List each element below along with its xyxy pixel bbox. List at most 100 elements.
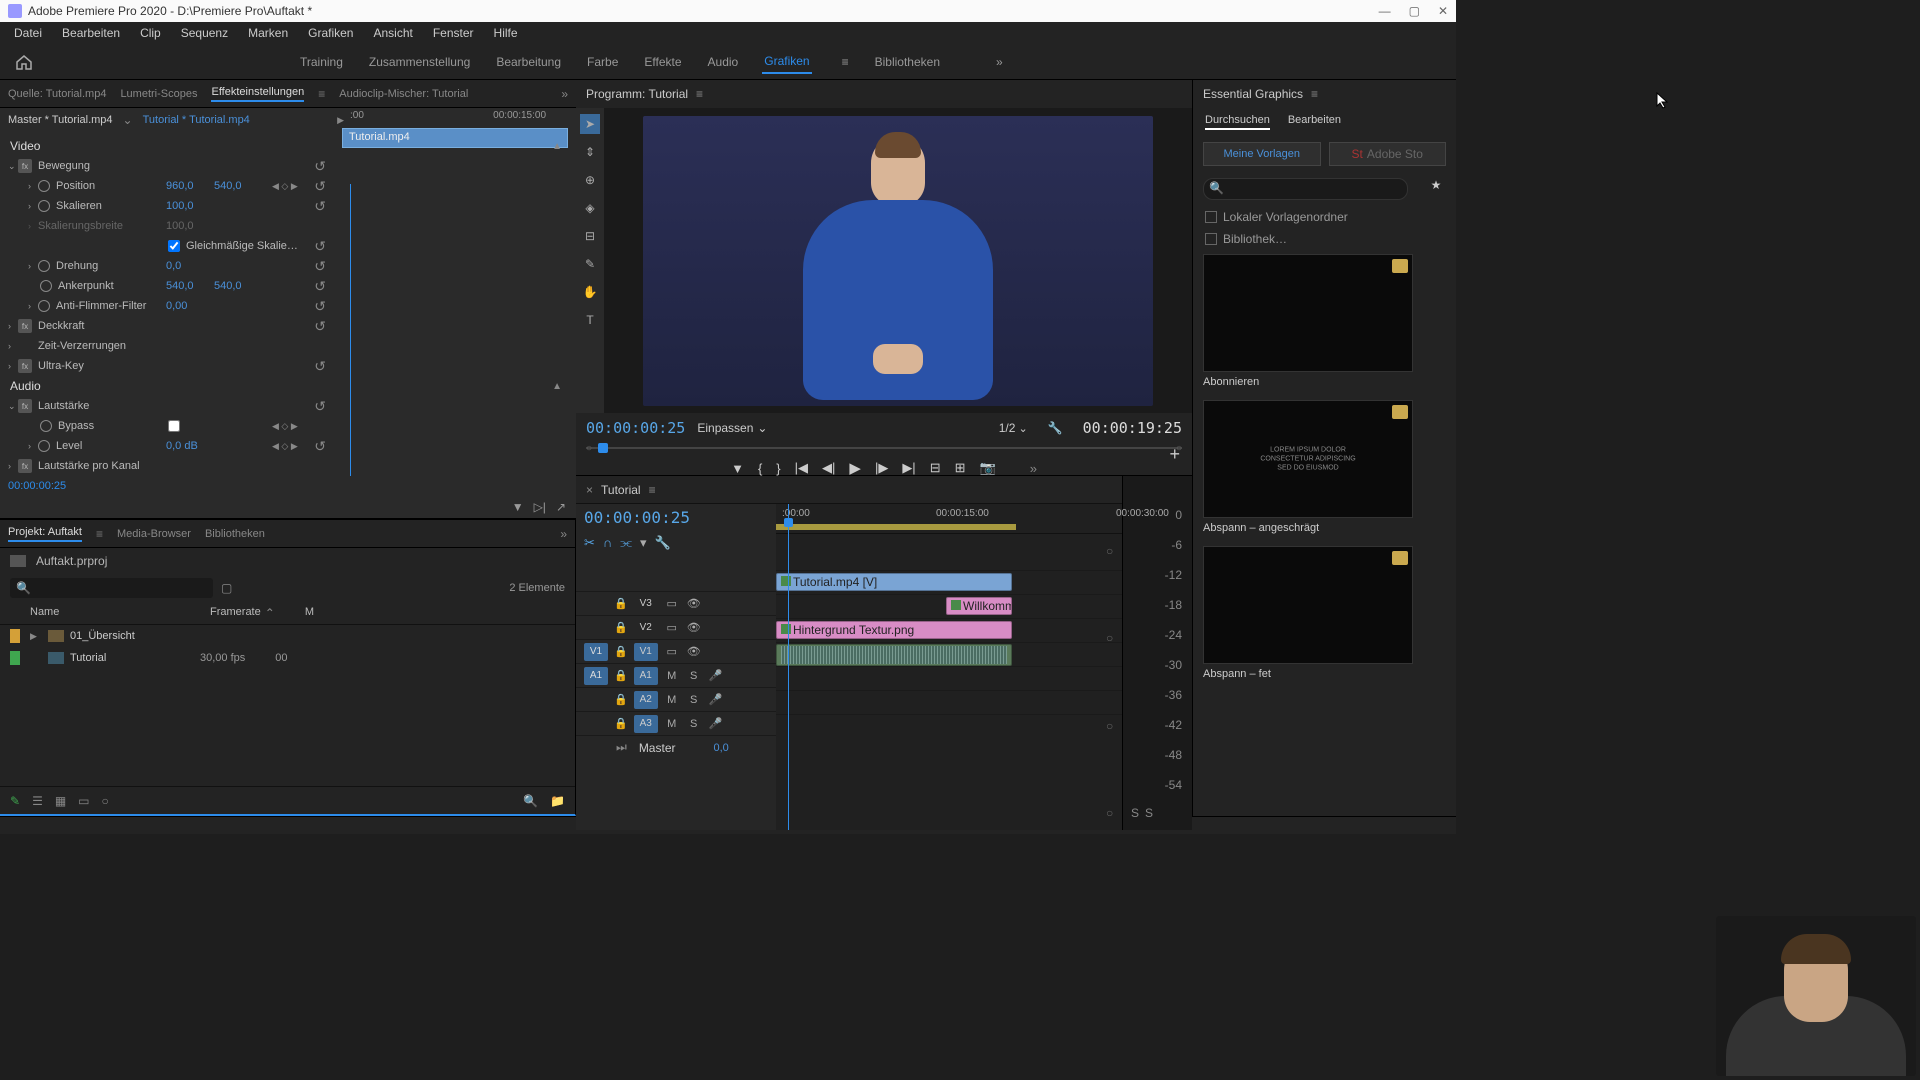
step-forward-icon[interactable]: |▶: [875, 460, 888, 476]
solo-icon[interactable]: S: [686, 670, 702, 682]
magnet-icon[interactable]: ∩: [603, 535, 612, 551]
wrench-icon[interactable]: 🔧: [654, 535, 670, 551]
reset-icon[interactable]: ↺: [314, 158, 326, 175]
add-button[interactable]: +: [1169, 444, 1180, 465]
project-item-bin[interactable]: ▶ 01_Übersicht: [0, 625, 575, 647]
home-button[interactable]: [10, 50, 38, 74]
mute-icon[interactable]: M: [664, 694, 680, 706]
transport-overflow-icon[interactable]: »: [1030, 461, 1037, 476]
hand-tool-icon[interactable]: ✋: [580, 282, 600, 302]
workspace-grafiken[interactable]: Grafiken: [762, 50, 811, 74]
ec-antiflimmer-val[interactable]: 0,00: [166, 300, 187, 312]
close-button[interactable]: ✕: [1438, 4, 1448, 18]
timeline-playhead[interactable]: [788, 504, 789, 830]
eye-icon[interactable]: 👁: [686, 597, 702, 610]
ec-drehung-val[interactable]: 0,0: [166, 260, 181, 272]
menu-hilfe[interactable]: Hilfe: [486, 24, 526, 42]
workspace-bibliotheken[interactable]: Bibliotheken: [873, 51, 942, 73]
mute-icon[interactable]: M: [664, 670, 680, 682]
expand-icon[interactable]: ›: [28, 181, 38, 191]
type-tool-icon[interactable]: T: [580, 310, 600, 330]
close-icon[interactable]: ×: [586, 483, 593, 497]
snap-icon[interactable]: ✂: [584, 535, 595, 551]
eg-filter-mine[interactable]: Meine Vorlagen: [1203, 142, 1321, 166]
stopwatch-icon[interactable]: [38, 200, 50, 212]
expand-icon[interactable]: ›: [8, 341, 18, 351]
lift-icon[interactable]: ⊟: [930, 460, 941, 476]
stopwatch-icon[interactable]: [40, 280, 52, 292]
col-name[interactable]: Name: [10, 606, 210, 620]
expand-icon[interactable]: ›: [8, 321, 18, 331]
ec-lautstaerke[interactable]: Lautstärke: [38, 400, 89, 412]
workspace-training[interactable]: Training: [298, 51, 345, 73]
stopwatch-icon[interactable]: [38, 300, 50, 312]
export-icon[interactable]: ↗: [556, 500, 566, 514]
reset-icon[interactable]: ↺: [314, 198, 326, 215]
menu-datei[interactable]: Datei: [6, 24, 50, 42]
find-icon[interactable]: 🔍: [523, 794, 538, 808]
stopwatch-icon[interactable]: [38, 180, 50, 192]
solo-l[interactable]: S: [1131, 806, 1139, 820]
timeline-timecode[interactable]: 00:00:00:25: [576, 504, 776, 531]
filter-icon[interactable]: ▼: [512, 500, 524, 514]
pen-tool-icon[interactable]: ✎: [580, 254, 600, 274]
lock-icon[interactable]: 🔒: [614, 597, 628, 610]
eg-tab-edit[interactable]: Bearbeiten: [1288, 114, 1341, 130]
vertical-tool-icon[interactable]: ⇕: [580, 142, 600, 162]
eg-search-input[interactable]: [1203, 178, 1408, 200]
toggle-output-icon[interactable]: ▭: [664, 621, 680, 634]
reset-icon[interactable]: ↺: [314, 358, 326, 375]
align-tool-icon[interactable]: ⊟: [580, 226, 600, 246]
project-search-input[interactable]: [10, 578, 213, 598]
anchor-tool-icon[interactable]: ⊕: [580, 170, 600, 190]
marker-tool-icon[interactable]: ▾: [640, 535, 647, 551]
uniform-scale-checkbox[interactable]: [168, 240, 180, 252]
reset-icon[interactable]: ↺: [314, 178, 326, 195]
track-v2[interactable]: V2: [634, 619, 658, 637]
tab-quelle[interactable]: Quelle: Tutorial.mp4: [8, 88, 106, 100]
menu-grafiken[interactable]: Grafiken: [300, 24, 361, 42]
lock-icon[interactable]: 🔒: [614, 645, 628, 658]
settings-icon[interactable]: 🔧: [1048, 421, 1063, 435]
workspace-overflow-icon[interactable]: »: [994, 51, 1005, 73]
tab-effekteinstellungen[interactable]: Effekteinstellungen: [211, 86, 304, 102]
reset-icon[interactable]: ↺: [314, 298, 326, 315]
icon-view-icon[interactable]: ▦: [55, 794, 66, 808]
track-v1[interactable]: V1: [634, 643, 658, 661]
keyframe-nav[interactable]: ◀ ◇ ▶: [272, 181, 298, 192]
expand-icon[interactable]: ›: [28, 441, 38, 451]
zoom-slider[interactable]: ○: [102, 794, 109, 808]
play-button[interactable]: ▶: [849, 459, 861, 477]
menu-ansicht[interactable]: Ansicht: [365, 24, 420, 42]
ec-deckkraft[interactable]: Deckkraft: [38, 320, 84, 332]
expand-icon[interactable]: ⌄: [8, 401, 18, 412]
reset-icon[interactable]: ↺: [314, 238, 326, 255]
freeform-icon[interactable]: ▭: [78, 794, 89, 808]
ec-playhead[interactable]: [350, 184, 351, 476]
eye-icon[interactable]: 👁: [686, 621, 702, 634]
clip-a1[interactable]: [776, 644, 1012, 666]
eg-filter-stock[interactable]: StAdobe Sto: [1329, 142, 1447, 166]
menu-bearbeiten[interactable]: Bearbeiten: [54, 24, 128, 42]
expand-icon[interactable]: ›: [28, 201, 38, 211]
lock-icon[interactable]: 🔒: [614, 669, 628, 682]
goto-in-icon[interactable]: |◀: [795, 460, 808, 476]
track-a2[interactable]: A2: [634, 691, 658, 709]
fx-badge-icon[interactable]: fx: [18, 459, 32, 473]
favorites-icon[interactable]: ★: [1426, 178, 1446, 200]
voice-icon[interactable]: 🎤: [708, 669, 724, 682]
track-a1[interactable]: A1: [634, 667, 658, 685]
expand-icon[interactable]: ›: [8, 361, 18, 371]
timeline-ruler[interactable]: :00:00 00:00:15:00 00:00:30:00: [776, 504, 1122, 534]
workspace-effekte[interactable]: Effekte: [642, 51, 683, 73]
reset-icon[interactable]: ↺: [314, 258, 326, 275]
fx-badge-icon[interactable]: fx: [18, 319, 32, 333]
track-a3[interactable]: A3: [634, 715, 658, 733]
lock-icon[interactable]: 🔒: [614, 621, 628, 634]
voice-icon[interactable]: 🎤: [708, 717, 724, 730]
scroll-handle[interactable]: ○: [1106, 631, 1116, 645]
list-view-icon[interactable]: ☰: [32, 794, 43, 808]
keyframe-nav[interactable]: ◀ ◇ ▶: [272, 441, 298, 452]
toggle-output-icon[interactable]: ▭: [664, 597, 680, 610]
ec-dropdown-icon[interactable]: ⌄: [123, 113, 133, 127]
